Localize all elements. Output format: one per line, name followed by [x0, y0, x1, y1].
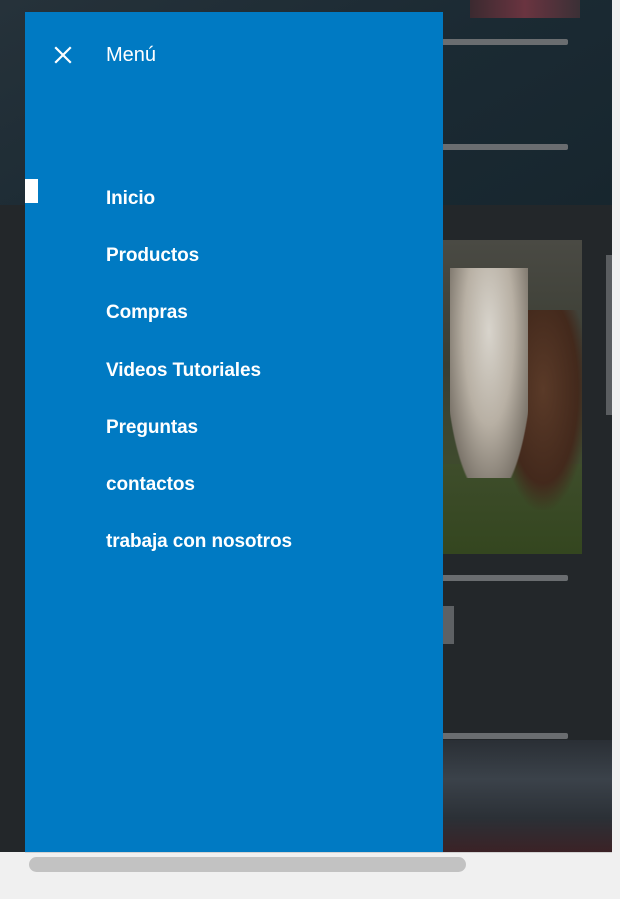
close-menu-button[interactable] — [51, 43, 75, 67]
close-icon — [54, 46, 72, 64]
background-bar — [440, 39, 568, 45]
nav-item-videos-tutoriales[interactable]: Videos Tutoriales — [25, 342, 443, 399]
nav-item-label: Inicio — [106, 187, 156, 209]
hero-image-strip — [470, 0, 580, 18]
nav-item-contactos[interactable]: contactos — [25, 456, 443, 513]
drawer-header: Menú — [25, 12, 443, 92]
nav-item-trabaja-con-nosotros[interactable]: trabaja con nosotros — [25, 514, 443, 571]
nav-item-inicio[interactable]: Inicio — [25, 170, 443, 227]
background-bar — [440, 144, 568, 150]
nav-item-preguntas[interactable]: Preguntas — [25, 399, 443, 456]
photo-white-alpaca — [450, 268, 528, 478]
horizontal-scrollbar[interactable] — [25, 852, 612, 876]
nav-item-label: Compras — [106, 302, 188, 324]
nav-item-label: Preguntas — [106, 416, 199, 438]
nav-item-productos[interactable]: Productos — [25, 227, 443, 284]
background-bar — [440, 575, 568, 581]
nav-item-compras[interactable]: Compras — [25, 285, 443, 342]
scrollbar-thumb[interactable] — [29, 857, 466, 872]
nav-item-label: Videos Tutoriales — [106, 359, 261, 381]
nav-item-label: trabaja con nosotros — [106, 531, 292, 553]
browser-viewport: Menú Inicio Productos Compras Videos Tut… — [0, 0, 612, 852]
mountain-photo — [440, 740, 612, 852]
active-item-indicator — [25, 179, 38, 203]
drawer-title: Menú — [106, 44, 157, 66]
navigation-drawer: Menú Inicio Productos Compras Videos Tut… — [25, 12, 443, 852]
background-bar — [440, 733, 568, 739]
nav-menu: Inicio Productos Compras Videos Tutorial… — [25, 170, 443, 571]
alpaca-photo — [440, 240, 582, 554]
background-scroll-handle — [606, 255, 612, 415]
nav-item-label: Productos — [106, 244, 200, 266]
nav-item-label: contactos — [106, 474, 195, 496]
